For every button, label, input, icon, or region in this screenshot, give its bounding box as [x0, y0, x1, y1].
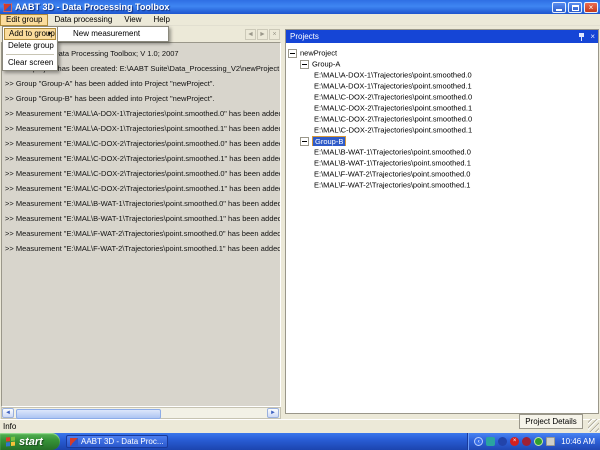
console-line: >> Group "Group-B" has been added into P…	[5, 94, 215, 103]
tab-close-icon[interactable]: ×	[269, 29, 280, 40]
collapse-icon[interactable]	[300, 136, 309, 146]
console-line: >> Measurement "E:\MAL\F-WAT-2\Trajector…	[5, 244, 280, 253]
menu-edit-group[interactable]: Edit group	[0, 13, 49, 26]
menu-item-new-measurement[interactable]: New measurement	[59, 28, 167, 40]
app-icon	[3, 2, 12, 12]
tab-scroll-right-icon[interactable]: ►	[257, 29, 268, 40]
projects-tree: newProject Group-A E:\MAL\A-DOX-1\Trajec…	[286, 45, 598, 413]
edit-group-dropdown: Add to group ► Delete group Clear screen	[2, 26, 58, 71]
tray-display-icon[interactable]	[546, 437, 556, 446]
tree-node-measurement[interactable]: E:\MAL\B-WAT-1\Trajectories\point.smooth…	[286, 157, 598, 168]
console-line: >> Measurement "E:\MAL\C-DOX-2\Trajector…	[5, 139, 280, 148]
console-line: >> Measurement "E:\MAL\B-WAT-1\Trajector…	[5, 199, 280, 208]
menu-bar: Edit group Data processing View Help	[0, 13, 600, 26]
tray-network-icon[interactable]	[498, 437, 508, 446]
horizontal-scrollbar[interactable]: ◄ ►	[1, 407, 281, 419]
console-line: >> Measurement "E:\MAL\B-WAT-1\Trajector…	[5, 214, 280, 223]
taskbar-app-button[interactable]: AABT 3D - Data Proc...	[66, 435, 168, 448]
console-line: >> Measurement "E:\MAL\F-WAT-2\Trajector…	[5, 229, 280, 238]
tray-security-icon[interactable]	[522, 437, 532, 446]
window-title-bar[interactable]: AABT 3D - Data Processing Toolbox ×	[0, 0, 600, 14]
tree-node-measurement[interactable]: E:\MAL\C-DOX-2\Trajectories\point.smooth…	[286, 113, 598, 124]
add-to-group-submenu: New measurement	[57, 26, 169, 42]
console-panel: ◄ ► × >> AABT 3D - Data Processing Toolb…	[0, 26, 283, 419]
console-line: >> Measurement "E:\MAL\C-DOX-2\Trajector…	[5, 184, 280, 193]
menu-item-delete-group[interactable]: Delete group	[4, 40, 56, 52]
console-log[interactable]: >> AABT 3D - Data Processing Toolbox; V …	[1, 42, 281, 407]
tab-scroll-left-icon[interactable]: ◄	[245, 29, 256, 40]
tray-error-icon[interactable]: ×	[510, 437, 520, 446]
tree-node-measurement[interactable]: E:\MAL\F-WAT-2\Trajectories\point.smooth…	[286, 179, 598, 190]
submenu-arrow-icon: ►	[47, 31, 53, 37]
auto-hide-pin-icon[interactable]	[578, 32, 586, 41]
tree-node-group-selected[interactable]: Group-B	[286, 135, 598, 146]
taskbar-clock[interactable]: 10:46 AM	[561, 437, 595, 446]
tree-node-measurement[interactable]: E:\MAL\F-WAT-2\Trajectories\point.smooth…	[286, 168, 598, 179]
desktop-screen: AABT 3D - Data Processing Toolbox × Edit…	[0, 0, 600, 450]
project-details-tab[interactable]: Project Details	[519, 414, 583, 429]
console-line: >> Measurement "E:\MAL\C-DOX-2\Trajector…	[5, 169, 280, 178]
console-line: >> Measurement "E:\MAL\A-DOX-1\Trajector…	[5, 124, 280, 133]
menu-help[interactable]: Help	[147, 14, 175, 26]
windows-flag-icon	[6, 436, 16, 447]
app-icon	[70, 437, 78, 446]
hide-tray-icons-chevron-icon[interactable]: ‹	[474, 437, 484, 446]
scrollbar-thumb[interactable]	[16, 409, 161, 419]
projects-panel-header[interactable]: Projects ×	[286, 30, 598, 43]
window-title: AABT 3D - Data Processing Toolbox	[15, 2, 170, 12]
tree-node-measurement[interactable]: E:\MAL\C-DOX-2\Trajectories\point.smooth…	[286, 124, 598, 135]
tree-node-measurement[interactable]: E:\MAL\A-DOX-1\Trajectories\point.smooth…	[286, 69, 598, 80]
menu-item-clear-screen[interactable]: Clear screen	[4, 57, 56, 69]
tray-antivirus-icon[interactable]	[534, 437, 544, 446]
projects-panel-title: Projects	[290, 32, 319, 41]
projects-panel: Projects × newProject Group-A E:\MAL\A-D…	[285, 29, 599, 414]
status-text: Info	[3, 422, 17, 431]
collapse-icon[interactable]	[300, 59, 309, 69]
menu-separator	[6, 54, 54, 55]
tree-node-measurement[interactable]: E:\MAL\C-DOX-2\Trajectories\point.smooth…	[286, 91, 598, 102]
tree-node-group[interactable]: Group-A	[286, 58, 598, 69]
tree-node-measurement[interactable]: E:\MAL\B-WAT-1\Trajectories\point.smooth…	[286, 146, 598, 157]
menu-data-processing[interactable]: Data processing	[48, 14, 118, 26]
projects-close-icon[interactable]: ×	[590, 30, 595, 43]
menu-view[interactable]: View	[118, 14, 147, 26]
collapse-icon[interactable]	[288, 48, 297, 58]
minimize-button[interactable]	[552, 1, 566, 13]
console-line: >> Measurement "E:\MAL\A-DOX-1\Trajector…	[5, 109, 280, 118]
tree-node-measurement[interactable]: E:\MAL\C-DOX-2\Trajectories\point.smooth…	[286, 102, 598, 113]
console-line: >> Measurement "E:\MAL\C-DOX-2\Trajector…	[5, 154, 280, 163]
menu-item-add-to-group[interactable]: Add to group ►	[4, 28, 56, 40]
tray-teal-status-icon[interactable]	[486, 437, 496, 446]
system-tray: ‹ × 10:46 AM	[467, 433, 600, 450]
restore-button[interactable]	[568, 1, 582, 13]
scroll-right-icon[interactable]: ►	[267, 408, 279, 418]
status-bar: Info	[0, 419, 600, 433]
taskbar: start AABT 3D - Data Proc... ‹ × 10:46 A…	[0, 433, 600, 450]
scroll-left-icon[interactable]: ◄	[2, 408, 14, 418]
tree-node-project[interactable]: newProject	[286, 47, 598, 58]
console-line: >> Group "Group-A" has been added into P…	[5, 79, 215, 88]
tree-node-measurement[interactable]: E:\MAL\A-DOX-1\Trajectories\point.smooth…	[286, 80, 598, 91]
start-button[interactable]: start	[0, 433, 60, 450]
close-button[interactable]: ×	[584, 1, 598, 13]
resize-grip[interactable]	[588, 419, 599, 432]
